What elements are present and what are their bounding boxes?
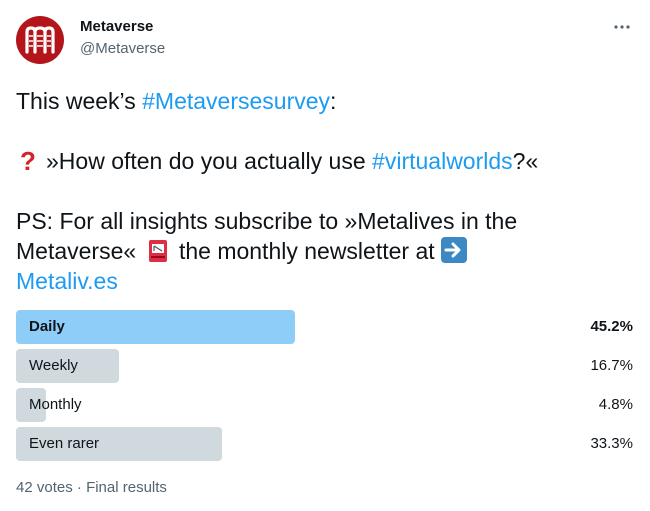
question-mark-icon: ? xyxy=(20,146,36,176)
poll-option-weekly: Weekly 16.7% xyxy=(16,349,636,383)
tweet-text-segment: : xyxy=(330,88,337,114)
poll: Daily 45.2% Weekly 16.7% Monthly 4.8% Ev… xyxy=(16,310,636,466)
tweet-line-3: PS: For all insights subscribe to »Metal… xyxy=(16,208,518,234)
poll-option-label: Daily xyxy=(29,318,65,335)
more-options-icon[interactable] xyxy=(610,15,634,39)
tweet-text-segment: This week’s xyxy=(16,88,143,114)
poll-option-monthly: Monthly 4.8% xyxy=(16,388,636,422)
tweet-line-1: This week’s #Metaversesurvey: xyxy=(16,86,616,116)
avatar[interactable] xyxy=(16,16,64,64)
separator-dot: · xyxy=(76,479,82,496)
poll-option-percent: 45.2% xyxy=(590,318,633,335)
poll-option-percent: 16.7% xyxy=(590,357,633,374)
postbox-icon xyxy=(147,239,169,263)
vote-count: 42 votes xyxy=(16,479,73,496)
poll-option-label: Weekly xyxy=(29,357,78,374)
poll-option-percent: 33.3% xyxy=(590,435,633,452)
tweet-text-segment: »How often do you actually use xyxy=(46,148,373,174)
newsletter-link[interactable]: Metaliv.es xyxy=(16,268,118,294)
tweet-text: This week’s #Metaversesurvey: ? »How ofte… xyxy=(16,86,616,296)
tweet-line-4: Metaverse« the monthly newsletter at xyxy=(16,236,616,266)
author-name[interactable]: Metaverse xyxy=(80,18,153,35)
poll-option-daily: Daily 45.2% xyxy=(16,310,636,344)
metaverse-logo-icon xyxy=(25,26,55,54)
poll-status: Final results xyxy=(86,479,167,496)
tweet-text-segment: Metaverse« xyxy=(16,238,137,264)
hashtag-virtualworlds[interactable]: #virtualworlds xyxy=(372,148,513,174)
hashtag-metaversesurvey[interactable]: #Metaversesurvey xyxy=(142,88,330,114)
poll-option-even-rarer: Even rarer 33.3% xyxy=(16,427,636,461)
tweet-text-segment: ?« xyxy=(512,148,539,174)
tweet-line-5: Metaliv.es xyxy=(16,266,616,296)
tweet-text-segment: the monthly newsletter at xyxy=(178,238,435,264)
tweet-line-2: ? »How often do you actually use #virtual… xyxy=(16,146,616,176)
poll-option-label: Even rarer xyxy=(29,435,100,452)
author-handle[interactable]: @Metaverse xyxy=(80,40,165,57)
poll-option-percent: 4.8% xyxy=(598,396,633,413)
poll-footer: 42 votes · Final results xyxy=(16,479,167,496)
right-arrow-icon xyxy=(440,237,467,263)
poll-option-label: Monthly xyxy=(29,396,82,413)
